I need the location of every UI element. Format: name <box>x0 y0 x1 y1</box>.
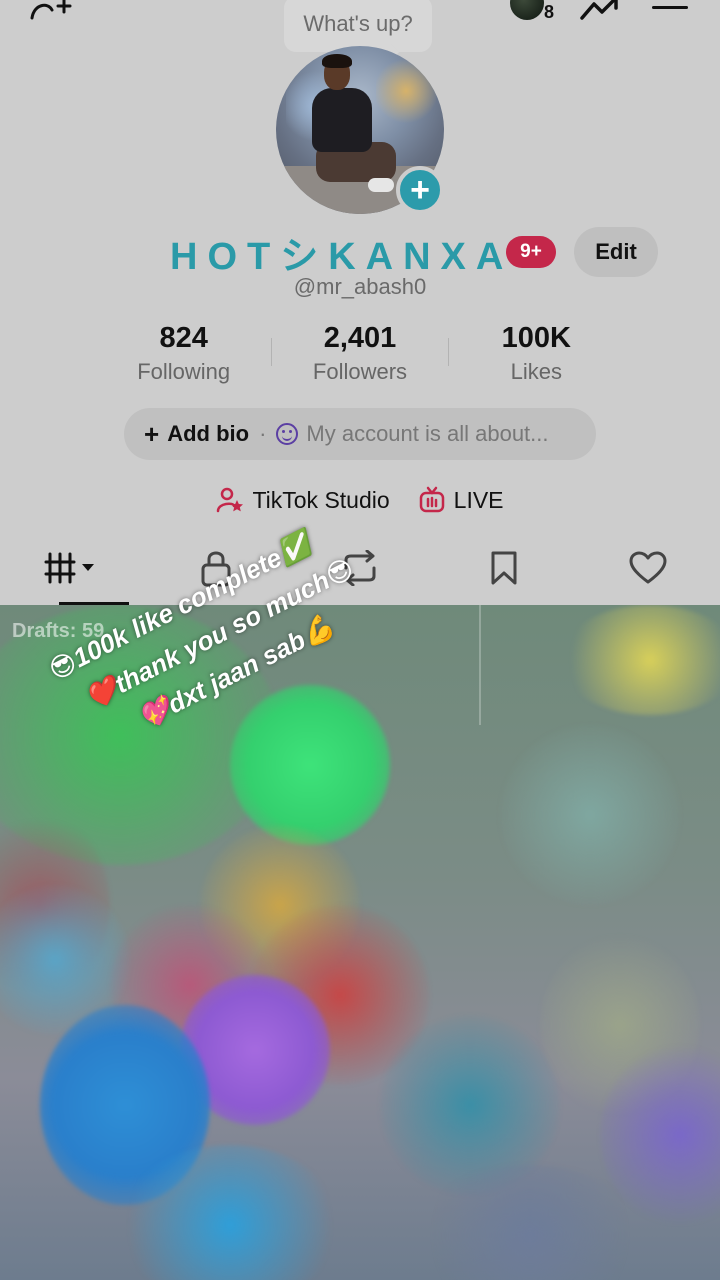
menu-icon[interactable] <box>652 0 688 20</box>
tab-liked[interactable] <box>576 536 720 604</box>
tiktok-studio-link[interactable]: TikTok Studio <box>216 486 390 514</box>
tab-favorites[interactable] <box>432 536 576 604</box>
notification-badge[interactable]: 9+ <box>506 236 556 268</box>
heart-icon <box>629 551 667 590</box>
display-name: HOTシKANXA <box>170 235 514 278</box>
stat-following[interactable]: 824 Following <box>96 322 271 386</box>
stat-followers[interactable]: 2,401 Followers <box>272 322 447 386</box>
add-friend-icon[interactable] <box>28 0 72 28</box>
stat-label: Following <box>137 359 231 384</box>
stat-likes[interactable]: 100K Likes <box>449 322 624 386</box>
tiktok-studio-label: TikTok Studio <box>252 486 390 513</box>
tab-videos[interactable] <box>0 536 144 604</box>
edit-profile-button[interactable]: Edit <box>574 227 658 277</box>
live-link[interactable]: LIVE <box>418 486 504 514</box>
plus-icon: + <box>144 418 160 449</box>
grid-divider <box>479 605 481 725</box>
bio-placeholder: My account is all about... <box>306 421 549 446</box>
add-bio-button[interactable]: + Add bio · My account is all about... <box>124 408 596 460</box>
add-bio-label: Add bio <box>167 421 250 446</box>
story-count: 8 <box>544 2 555 22</box>
studio-person-icon <box>216 486 244 514</box>
plus-icon: + <box>410 171 430 209</box>
live-label: LIVE <box>453 486 504 513</box>
stat-value: 824 <box>159 322 208 354</box>
stat-value: 2,401 <box>323 322 397 354</box>
live-tv-icon <box>418 486 446 514</box>
smile-icon <box>276 423 299 445</box>
bio-separator: · <box>259 421 267 446</box>
grid-icon <box>44 548 100 593</box>
stat-label: Likes <box>510 359 562 384</box>
username: @mr_abash0 <box>293 274 427 299</box>
share-profile-icon[interactable] <box>578 0 622 24</box>
status-bubble-text: What's up? <box>303 11 413 36</box>
profile-tabs <box>0 536 720 604</box>
add-story-button[interactable]: + <box>396 166 444 214</box>
bookmark-icon <box>489 549 519 592</box>
profile-stats: 824 Following 2,401 Followers 100K Likes <box>96 322 624 386</box>
stat-value: 100K <box>501 322 571 354</box>
stat-label: Followers <box>312 359 408 384</box>
status-bubble[interactable]: What's up? <box>284 0 432 52</box>
creator-links: TikTok Studio LIVE <box>0 480 720 520</box>
